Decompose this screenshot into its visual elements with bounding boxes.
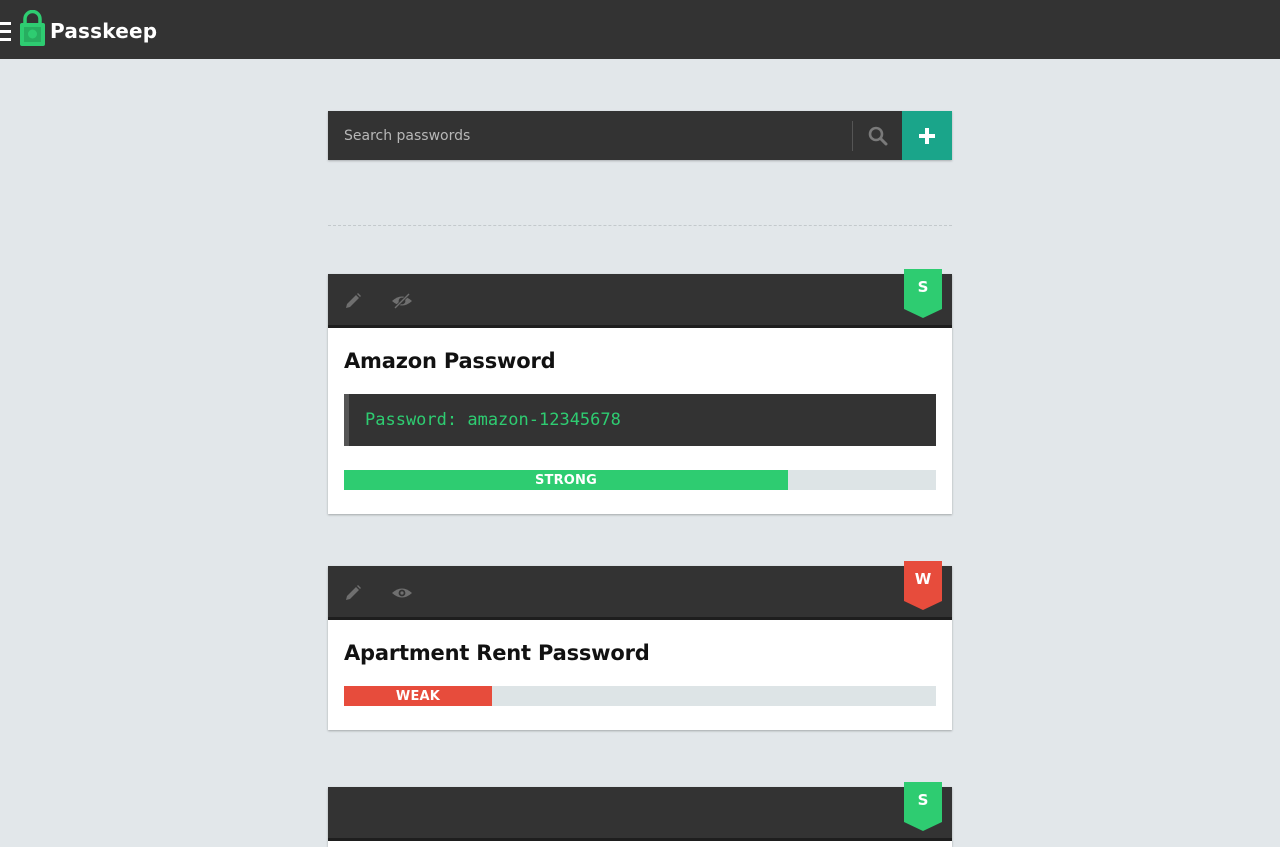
- strength-fill: WEAK: [344, 686, 492, 706]
- strength-badge: S: [904, 269, 942, 318]
- badge-letter: S: [917, 278, 929, 296]
- pencil-icon: [346, 293, 361, 308]
- show-password-button[interactable]: [391, 582, 413, 604]
- badge-letter: S: [917, 791, 929, 809]
- edit-button[interactable]: [342, 290, 364, 312]
- padlock-icon: [19, 9, 46, 47]
- strength-badge: S: [904, 782, 942, 831]
- card-title: Apartment Rent Password: [344, 641, 650, 665]
- strength-meter: STRONG: [344, 470, 936, 490]
- divider: [328, 225, 952, 226]
- eye-icon: [392, 588, 412, 598]
- badge-letter: W: [914, 570, 932, 588]
- magnifier-icon: [868, 126, 887, 145]
- brand-title[interactable]: Passkeep: [50, 19, 157, 43]
- card-toolbar: W: [328, 561, 952, 620]
- card-title: Amazon Password: [344, 349, 556, 373]
- search-bar: [328, 111, 952, 160]
- pencil-icon: [346, 585, 361, 600]
- search-input[interactable]: [328, 111, 848, 160]
- plus-icon: [919, 127, 935, 144]
- top-bar: Passkeep: [0, 0, 1280, 59]
- edit-button[interactable]: [342, 582, 364, 604]
- password-display: Password: amazon-12345678: [344, 394, 936, 446]
- password-card: S: [328, 782, 952, 847]
- search-button[interactable]: [853, 111, 902, 160]
- hamburger-icon[interactable]: [0, 22, 12, 42]
- password-card: S Amazon Password Password: amazon-12345…: [328, 269, 952, 514]
- add-password-button[interactable]: [902, 111, 952, 160]
- card-toolbar: S: [328, 269, 952, 328]
- eye-slash-icon: [392, 292, 412, 310]
- strength-fill: STRONG: [344, 470, 788, 490]
- strength-meter: WEAK: [344, 686, 936, 706]
- card-toolbar: S: [328, 782, 952, 841]
- strength-badge: W: [904, 561, 942, 610]
- password-card: W Apartment Rent Password WEAK: [328, 561, 952, 730]
- hide-password-button[interactable]: [391, 290, 413, 312]
